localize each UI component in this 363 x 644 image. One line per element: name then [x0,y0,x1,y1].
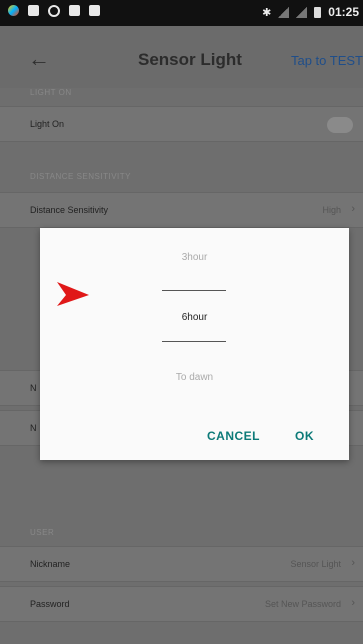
bluetooth-icon: ✱ [262,6,272,19]
app-bar: ← Sensor Light Tap to TEST [0,26,363,88]
page-title: Sensor Light [138,50,242,69]
picker-divider-bottom [162,341,226,342]
distance-sensitivity-value: High [322,205,341,215]
partial-row-1-label: N [30,383,37,393]
partial-row-2-label: N [30,423,37,433]
status-bar: ✱ 01:25 [0,0,363,26]
status-icons: ✱ 01:25 [262,5,359,19]
battery-icon [314,6,322,18]
cancel-button[interactable]: CANCEL [207,429,260,443]
picker-option-prev[interactable]: 3hour [40,252,349,263]
chevron-right-icon: › [351,597,355,609]
password-row[interactable]: Password Set New Password › [0,586,363,622]
sync-notification-icon [48,5,60,17]
arrow-pointer-icon [57,282,89,306]
tap-to-test-button[interactable]: Tap to TEST [291,53,363,68]
distance-sensitivity-label: Distance Sensitivity [30,205,109,215]
picker-divider-top [162,290,226,291]
signal-icon [278,6,290,18]
ok-button[interactable]: OK [295,429,314,443]
password-value: Set New Password [264,599,341,609]
light-on-row[interactable]: Light On [0,106,363,142]
app-notification-icon [8,5,19,16]
section-header-light-on: LIGHT ON [30,88,72,97]
bag-notification-icon [89,5,100,16]
image-notification-icon [28,5,39,16]
gallery-notification-icon [69,5,80,16]
light-on-toggle[interactable] [327,117,353,133]
chevron-right-icon: › [351,557,355,569]
back-arrow-icon[interactable]: ← [28,46,50,72]
clock: 01:25 [328,5,359,19]
signal-icon-2 [296,6,308,18]
light-on-label: Light On [30,119,65,129]
picker-option-next[interactable]: To dawn [40,372,349,383]
nickname-label: Nickname [30,559,71,569]
notification-icons [8,5,100,17]
picker-option-selected[interactable]: 6hour [40,312,349,323]
nickname-value: Sensor Light [290,559,341,569]
section-header-distance: DISTANCE SENSITIVITY [30,172,131,181]
password-label: Password [30,599,70,609]
section-header-user: USER [30,528,55,537]
duration-picker-dialog: 3hour 6hour To dawn CANCEL OK [40,228,349,460]
chevron-right-icon: › [351,203,355,215]
distance-sensitivity-row[interactable]: Distance Sensitivity High › [0,192,363,228]
nickname-row[interactable]: Nickname Sensor Light › [0,546,363,582]
